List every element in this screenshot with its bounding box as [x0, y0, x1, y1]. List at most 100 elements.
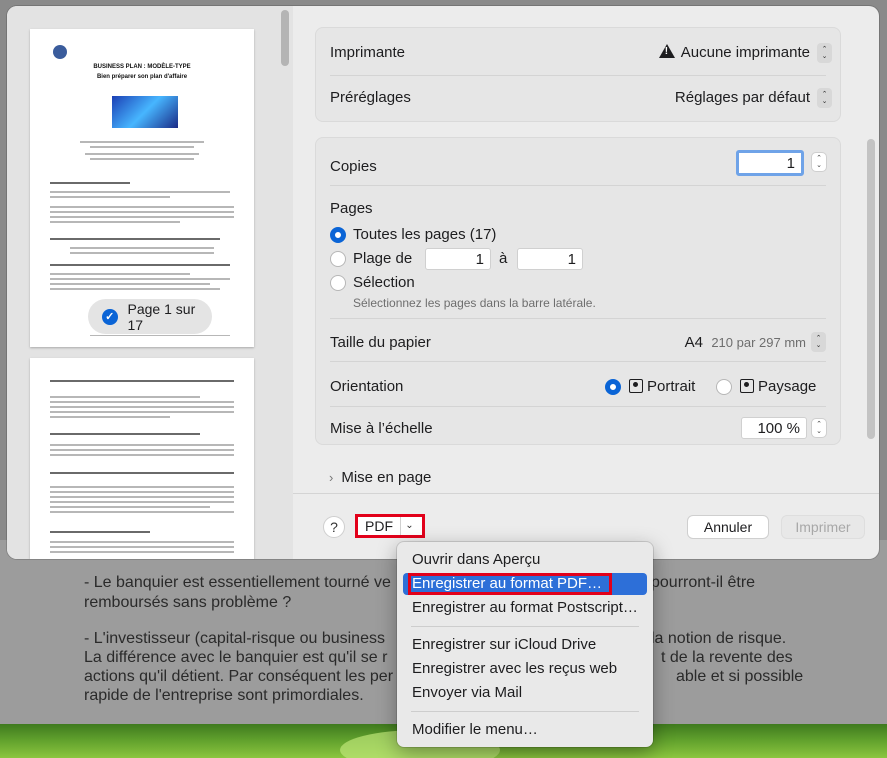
- menu-item-save-pdf[interactable]: Enregistrer au format PDF…: [403, 573, 647, 595]
- thumb-text-line: [50, 264, 230, 266]
- pages-label: Pages: [330, 200, 373, 217]
- thumb-text-line: [50, 196, 170, 198]
- thumb-text-line: [50, 501, 234, 503]
- copies-stepper[interactable]: ⌃ ⌄: [811, 152, 827, 172]
- thumb-text-line: [50, 433, 200, 435]
- copies-field[interactable]: 1: [736, 150, 804, 176]
- menu-item-icloud[interactable]: Enregistrer sur iCloud Drive: [403, 634, 647, 656]
- pages-all-radio[interactable]: [330, 227, 346, 243]
- printer-popup[interactable]: Aucune imprimante: [658, 44, 810, 61]
- menu-item-web-receipts[interactable]: Enregistrer avec les reçus web: [403, 658, 647, 680]
- thumb-text-line: [70, 247, 214, 249]
- thumb-text-line: [50, 288, 220, 290]
- thumb-text-line: [50, 278, 230, 280]
- menu-item-save-postscript[interactable]: Enregistrer au format Postscript…: [403, 597, 647, 619]
- thumb-text-line: [50, 206, 234, 208]
- preview-scrollbar[interactable]: [281, 10, 289, 66]
- pages-selection-radio[interactable]: [330, 275, 346, 291]
- landscape-radio[interactable]: [716, 379, 732, 395]
- thumb-text-line: [50, 411, 234, 413]
- scale-field[interactable]: 100 %: [741, 417, 807, 439]
- thumb-text-line: [50, 541, 234, 543]
- background-text-line: pourront-il être: [651, 574, 756, 591]
- page-indicator-pill: ✓ Page 1 sur 17: [88, 299, 212, 334]
- divider: [330, 361, 826, 362]
- thumb-text-line: [50, 531, 150, 533]
- printer-value: Aucune imprimante: [680, 44, 810, 61]
- paper-size-dims: 210 par 297 mm: [711, 335, 806, 350]
- landscape-option[interactable]: Paysage: [740, 378, 816, 395]
- pages-range-radio[interactable]: [330, 251, 346, 267]
- menu-item-open-preview[interactable]: Ouvrir dans Aperçu: [403, 549, 647, 571]
- thumb-text-line: [50, 273, 190, 275]
- print-settings-panel: Imprimante Aucune imprimante ⌃⌄ Prérégla…: [293, 6, 879, 559]
- thumb-text-line: [50, 486, 234, 488]
- page-thumbnail-2[interactable]: [30, 358, 254, 559]
- page-indicator-label: Page 1 sur 17: [127, 300, 196, 333]
- selection-hint: Sélectionnez les pages dans la barre lat…: [353, 296, 596, 310]
- thumb-text-line: [50, 454, 234, 456]
- printer-popup-arrows-icon[interactable]: ⌃ ⌄: [817, 43, 832, 63]
- pages-all-label[interactable]: Toutes les pages (17): [353, 226, 496, 243]
- portrait-option[interactable]: Portrait: [629, 378, 695, 395]
- preview-sidebar[interactable]: BUSINESS PLAN : MODÈLE-TYPE Bien prépare…: [7, 6, 293, 559]
- options-group: Copies 1 ⌃ ⌄ Pages Toutes les pages (17) …: [315, 137, 841, 445]
- thumb-text-line: [50, 191, 230, 193]
- thumb-text-line: [50, 496, 234, 498]
- help-button[interactable]: ?: [323, 516, 345, 538]
- thumb-text-line: [50, 283, 210, 285]
- scale-label: Mise à l’échelle: [330, 420, 433, 437]
- logo-icon: [53, 45, 67, 59]
- printer-group: Imprimante Aucune imprimante ⌃⌄ Prérégla…: [315, 27, 841, 122]
- thumb-text-line: [85, 153, 199, 155]
- thumb-text-line: [50, 216, 234, 218]
- print-button[interactable]: Imprimer: [781, 515, 865, 539]
- print-dialog: BUSINESS PLAN : MODÈLE-TYPE Bien prépare…: [7, 6, 879, 559]
- settings-scrollbar[interactable]: [867, 139, 875, 439]
- thumb-text-line: [80, 141, 204, 143]
- thumb-text-line: [50, 449, 234, 451]
- paper-size-label: Taille du papier: [330, 334, 431, 351]
- warning-icon: [658, 44, 675, 58]
- pdf-menu-button[interactable]: PDF ⌄: [355, 514, 425, 538]
- presets-popup-arrows-icon[interactable]: ⌃ ⌄: [817, 88, 832, 108]
- copies-label: Copies: [330, 158, 377, 175]
- layout-label: Mise en page: [341, 469, 432, 486]
- pdf-dropdown-menu: Ouvrir dans Aperçu Enregistrer au format…: [397, 542, 653, 747]
- thumb-text-line: [70, 252, 214, 254]
- thumb-text-line: [50, 396, 200, 398]
- portrait-radio[interactable]: [605, 379, 621, 395]
- thumb-text-line: [50, 380, 234, 382]
- thumb-text-line: [50, 506, 210, 508]
- background-text-line: t de la revente des: [661, 649, 793, 666]
- divider: [330, 406, 826, 407]
- thumb-text-line: [50, 472, 234, 474]
- paper-size-arrows-icon[interactable]: ⌃ ⌄: [811, 332, 826, 352]
- range-to-field[interactable]: 1: [517, 248, 583, 270]
- chevron-right-icon: ›: [329, 470, 334, 485]
- layout-disclosure[interactable]: › Mise en page: [329, 469, 431, 486]
- thumb-text-line: [50, 211, 234, 213]
- menu-item-mail[interactable]: Envoyer via Mail: [403, 682, 647, 704]
- scale-stepper[interactable]: ⌃ ⌄: [811, 418, 827, 438]
- landscape-icon: [740, 379, 754, 393]
- page-thumbnail-1[interactable]: BUSINESS PLAN : MODÈLE-TYPE Bien prépare…: [30, 29, 254, 347]
- pages-selection-label[interactable]: Sélection: [353, 274, 415, 291]
- pdf-button-label: PDF: [365, 518, 393, 534]
- cancel-button[interactable]: Annuler: [687, 515, 769, 539]
- menu-item-edit-menu[interactable]: Modifier le menu…: [403, 719, 647, 741]
- range-to-label: à: [499, 250, 508, 267]
- landscape-label: Paysage: [758, 378, 817, 395]
- pages-range-label[interactable]: Plage de: [353, 250, 412, 267]
- presets-value[interactable]: Réglages par défaut: [675, 89, 810, 106]
- background-text-line: - Le banquier est essentiellement tourné…: [84, 574, 391, 591]
- thumb-text-line: [50, 406, 234, 408]
- thumb-subtitle: Bien préparer son plan d'affaire: [96, 74, 188, 80]
- thumb-text-line: [50, 416, 170, 418]
- highlight-box: [408, 573, 612, 595]
- range-from-field[interactable]: 1: [425, 248, 491, 270]
- checkmark-icon: ✓: [102, 308, 118, 325]
- background-text-line: actions qu'il détient. Par conséquent le…: [84, 668, 394, 685]
- thumb-text-line: [90, 158, 194, 160]
- paper-size-popup[interactable]: A4 210 par 297 mm: [685, 334, 806, 351]
